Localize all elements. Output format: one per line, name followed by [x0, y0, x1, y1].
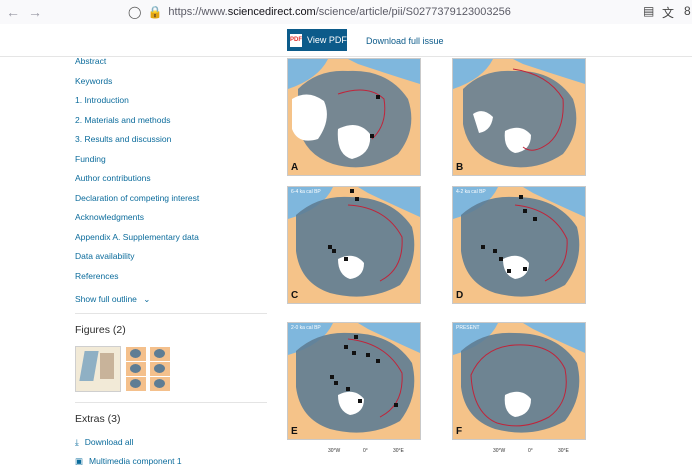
show-full-outline-label: Show full outline [75, 294, 137, 304]
outline-item-competing-interest[interactable]: Declaration of competing interest [75, 193, 199, 203]
panel-letter-d: D [456, 290, 464, 301]
panel-letter-b: B [456, 162, 464, 173]
outline-item-results-discussion[interactable]: 3. Results and discussion [75, 134, 171, 144]
map-c-drawing [288, 187, 420, 297]
map-panel-e[interactable]: 2-0 ka cal BP E [287, 322, 421, 440]
panel-letter-c: C [291, 290, 299, 301]
download-all-label: Download all [84, 437, 134, 447]
download-full-issue-link[interactable]: Download full issue [366, 36, 444, 46]
era-label-f: PRESENT [456, 325, 480, 331]
pdf-icon: PDF [290, 33, 302, 47]
map-panel-f[interactable]: PRESENT F [452, 322, 586, 440]
map-d-drawing [453, 187, 585, 297]
outline-item-materials-methods[interactable]: 2. Materials and methods [75, 115, 170, 125]
address-bar[interactable]: ◯ 🔒 https://www.sciencedirect.com/scienc… [128, 3, 511, 21]
map-panel-c[interactable]: 6-4 ka cal BP C [287, 186, 421, 304]
shield-icon[interactable]: ◯ [128, 5, 141, 19]
era-label-c: 6-4 ka cal BP [291, 189, 321, 195]
reader-view-icon[interactable]: ▤ [643, 4, 654, 18]
outline-item-introduction[interactable]: 1. Introduction [75, 95, 129, 105]
view-pdf-button[interactable]: PDF View PDF [287, 29, 347, 51]
browser-toolbar: ← → ◯ 🔒 https://www.sciencedirect.com/sc… [0, 0, 692, 25]
map-panel-b[interactable]: B [452, 58, 586, 176]
translate-icon[interactable]: 文 [662, 4, 674, 21]
multimedia-component-link[interactable]: ▣ Multimedia component 1 [75, 456, 182, 467]
era-label-e: 2-0 ka cal BP [291, 325, 321, 331]
outline-item-references[interactable]: References [75, 271, 118, 281]
outline-item-keywords[interactable]: Keywords [75, 76, 112, 86]
axis-label-30e-f: 30°E [558, 448, 569, 454]
download-all-link[interactable]: ⤓ Download all [75, 437, 133, 448]
axis-label-30e-e: 30°E [393, 448, 404, 454]
map-panel-a[interactable]: A [287, 58, 421, 176]
outline-item-data-availability[interactable]: Data availability [75, 251, 135, 261]
url-text: https://www.sciencedirect.com/science/ar… [168, 6, 511, 18]
axis-label-30w-f: 30°W [493, 448, 506, 454]
show-full-outline-button[interactable]: Show full outline ⌄ [75, 294, 150, 305]
divider [75, 313, 267, 314]
map-panel-d[interactable]: 4-2 ka cal BP D [452, 186, 586, 304]
outline-item-appendix[interactable]: Appendix A. Supplementary data [75, 232, 199, 242]
map-e-drawing [288, 323, 420, 433]
outline-item-acknowledgments[interactable]: Acknowledgments [75, 212, 144, 222]
back-arrow-icon[interactable]: ← [6, 4, 20, 20]
map-f-drawing [453, 323, 585, 433]
figure-thumbnail-2[interactable] [125, 346, 171, 392]
toolbar-overflow-text: 8 [684, 4, 691, 18]
panel-letter-f: F [456, 426, 463, 437]
map-a-drawing [288, 59, 420, 168]
view-pdf-label: View PDF [307, 35, 347, 45]
figures-heading: Figures (2) [75, 324, 126, 336]
panel-letter-a: A [291, 162, 299, 173]
outline-item-abstract[interactable]: Abstract [75, 56, 106, 66]
axis-label-0-e: 0° [363, 448, 368, 454]
divider [75, 402, 267, 403]
map-b-drawing [453, 59, 585, 168]
forward-arrow-icon[interactable]: → [28, 4, 42, 20]
axis-label-0-f: 0° [528, 448, 533, 454]
article-toolbar: PDF View PDF Download full issue [0, 24, 692, 57]
era-label-d: 4-2 ka cal BP [456, 189, 486, 195]
lock-icon[interactable]: 🔒 [147, 5, 162, 19]
extras-heading: Extras (3) [75, 413, 121, 425]
axis-label-30w-e: 30°W [328, 448, 341, 454]
outline-item-funding[interactable]: Funding [75, 154, 106, 164]
figure-thumbnail-1[interactable] [75, 346, 121, 392]
chevron-down-icon: ⌄ [143, 294, 151, 304]
outline-item-author-contributions[interactable]: Author contributions [75, 173, 151, 183]
panel-letter-e: E [291, 426, 298, 437]
download-icon: ⤓ [75, 437, 79, 447]
